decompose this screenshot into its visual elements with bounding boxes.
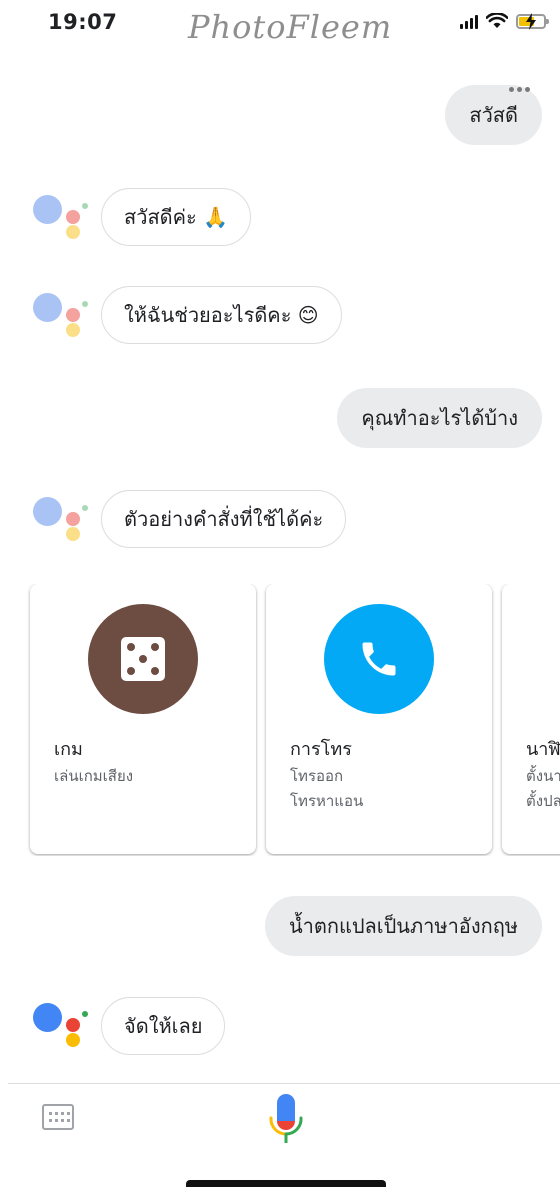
card-subtitle: เล่นเกมเสียง (54, 767, 134, 785)
status-time: 19:07 (48, 10, 118, 34)
assistant-message-1: สวัสดีค่ะ 🙏 (101, 188, 252, 246)
status-bar: 19:07 PhotoFleem (0, 0, 560, 60)
assistant-logo-icon (33, 1000, 93, 1060)
assistant-logo-icon (33, 290, 93, 350)
assistant-message-2: ให้ฉันช่วยอะไรดีคะ 😊 (101, 286, 342, 344)
assistant-logo-icon (33, 494, 93, 554)
card-subtitle: โทรออก (290, 767, 344, 785)
card-title: การโทร (290, 739, 352, 760)
user-message-3: น้ำตกแปลเป็นภาษาอังกฤษ (264, 896, 542, 956)
user-message-1: สวัสดี (445, 85, 542, 145)
microphone-icon[interactable] (268, 1092, 304, 1148)
card-title: นาฬิ (526, 739, 560, 760)
status-icons (460, 12, 549, 30)
suggestion-cards[interactable]: เกม เล่นเกมเสียง การโทร โทรออก โทรหาแอน … (0, 584, 560, 856)
signal-icon (460, 14, 478, 29)
phone-icon (324, 604, 434, 714)
card-subtitle: ตั้งนา (526, 767, 560, 785)
assistant-message-3: ตัวอย่างคำสั่งที่ใช้ได้ค่ะ (101, 490, 347, 548)
card-title: เกม (54, 739, 83, 760)
dice-icon (88, 604, 198, 714)
assistant-message-4: จัดให้เลย (101, 997, 226, 1055)
bottom-divider (8, 1083, 560, 1084)
card-clock[interactable]: นาฬิ ตั้งนา ตั้งปล (502, 584, 560, 854)
user-message-text: สวัสดี (469, 103, 518, 127)
battery-charging-icon (516, 12, 549, 30)
home-indicator[interactable] (186, 1180, 386, 1187)
card-calls[interactable]: การโทร โทรออก โทรหาแอน (266, 584, 492, 854)
assistant-logo-icon (33, 192, 93, 252)
card-games[interactable]: เกม เล่นเกมเสียง (30, 584, 256, 854)
watermark: PhotoFleem (188, 8, 393, 46)
user-message-2: คุณทำอะไรได้บ้าง (337, 388, 542, 448)
card-subtitle: ตั้งปล (526, 792, 560, 810)
card-subtitle: โทรหาแอน (290, 792, 364, 810)
more-dots-icon (509, 87, 530, 92)
wifi-icon (486, 13, 508, 28)
keyboard-icon[interactable] (42, 1104, 74, 1130)
